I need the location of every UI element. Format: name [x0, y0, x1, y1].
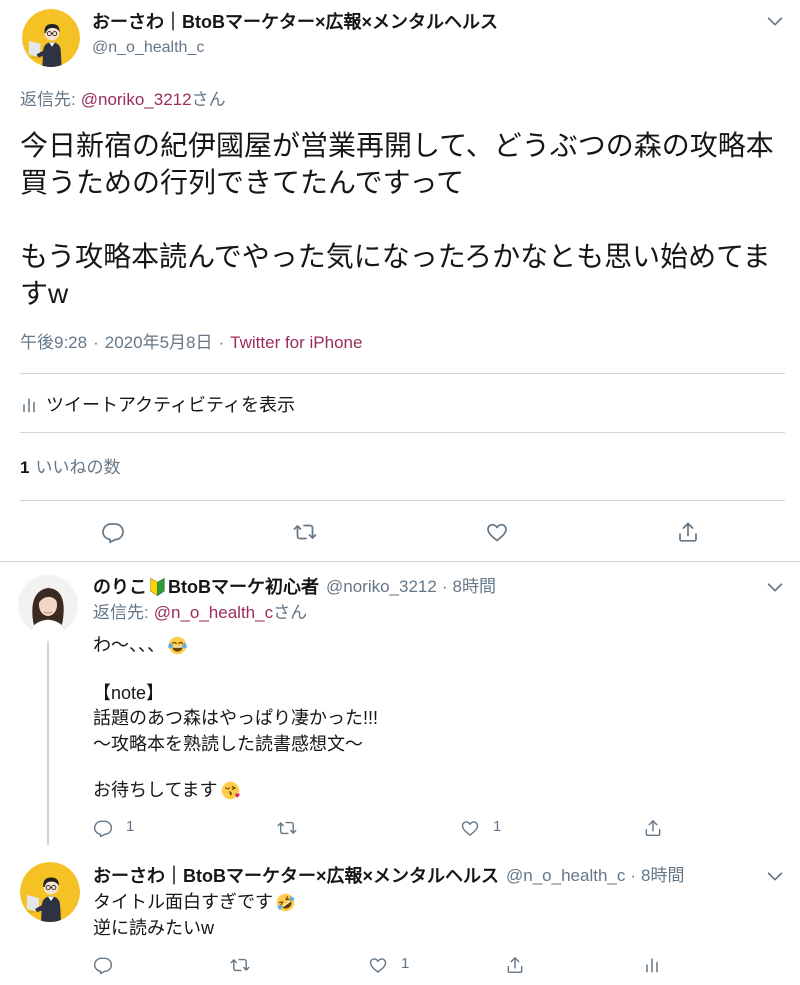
share-icon[interactable]	[676, 520, 700, 544]
retweet-icon[interactable]	[277, 818, 297, 838]
thread-connector	[47, 641, 49, 845]
reply-icon[interactable]	[93, 955, 113, 975]
reply-author-avatar[interactable]	[20, 862, 80, 922]
analytics-icon[interactable]	[642, 955, 662, 975]
avatar-image	[18, 575, 78, 635]
reply-text: わ〜、、、	[93, 635, 165, 655]
likes-label: いいねの数	[35, 458, 121, 477]
reply-time[interactable]: 8時間	[453, 575, 496, 599]
reply-text-line: 〜攻略本を熟読した読書感想文〜	[93, 734, 363, 754]
avatar-image	[22, 9, 80, 67]
section-divider	[0, 561, 800, 562]
author-name[interactable]: のりこ	[93, 575, 147, 599]
meta-separator: ·	[218, 333, 225, 352]
like-count: 1	[401, 955, 410, 972]
retweet-icon[interactable]	[230, 955, 250, 975]
meta-separator: ·	[93, 333, 99, 352]
tweet-text-line: もう攻略本読んでやった気になったろかなとも思い始めてま	[20, 241, 771, 272]
tweet-source-link[interactable]: Twitter for iPhone	[230, 333, 362, 352]
reply-count: 1	[126, 818, 135, 835]
chevron-down-icon[interactable]	[764, 865, 786, 887]
reply-header: おーさわ｜BtoBマーケター×広報×メンタルヘルス @n_o_health_c …	[93, 864, 685, 888]
header-separator: ·	[441, 577, 448, 596]
view-tweet-activity-link[interactable]: ツイートアクティビティを表示	[46, 393, 295, 417]
author-handle[interactable]: @n_o_health_c	[506, 864, 625, 888]
likes-summary[interactable]: 1 いいねの数	[20, 457, 120, 479]
author-handle[interactable]: @noriko_3212	[326, 575, 437, 599]
author-handle[interactable]: @n_o_health_c	[92, 37, 204, 59]
author-name[interactable]: おーさわ｜BtoBマーケター×広報×メンタルヘルス	[93, 864, 499, 888]
chevron-down-icon[interactable]	[764, 576, 786, 598]
reply-text-line: 逆に読みたいw	[93, 918, 214, 938]
reply-to: 返信先: @noriko_3212さん	[20, 89, 226, 111]
author-name-suffix[interactable]: BtoBマーケ初心者	[168, 575, 319, 599]
face-with-tears-of-joy-emoji	[167, 635, 188, 656]
tweet-meta: 午後9:28 · 2020年5月8日 · Twitter for iPhone	[20, 332, 362, 354]
reply-to-handle[interactable]: @noriko_3212	[81, 90, 192, 109]
tweet-text-line: 買うための行列できてたんですって	[20, 167, 465, 198]
share-icon[interactable]	[505, 955, 525, 975]
chevron-down-icon[interactable]	[764, 10, 786, 32]
likes-count: 1	[20, 458, 30, 477]
tweet-text-line: 今日新宿の紀伊國屋が営業再開して、どうぶつの森の攻略本	[20, 130, 774, 161]
author-avatar[interactable]	[22, 9, 80, 67]
reply-icon[interactable]	[101, 520, 125, 544]
retweet-icon[interactable]	[293, 520, 317, 544]
heart-icon[interactable]	[460, 818, 480, 838]
tweet-time[interactable]: 午後9:28	[20, 333, 87, 352]
reply-text: お待ちしてます	[93, 780, 218, 800]
tweet-date[interactable]: 2020年5月8日	[105, 333, 213, 352]
analytics-icon[interactable]	[19, 395, 39, 415]
divider	[20, 432, 785, 433]
reply-to: 返信先: @n_o_health_cさん	[93, 602, 307, 624]
heart-icon[interactable]	[368, 955, 388, 975]
reply-text-line: お待ちしてます	[93, 778, 241, 802]
divider	[20, 500, 785, 501]
beginner-mark-emoji	[149, 577, 166, 597]
reply-author-avatar[interactable]	[18, 575, 78, 635]
reply-text-line: タイトル面白すぎです	[93, 890, 296, 914]
reply-icon[interactable]	[93, 818, 113, 838]
avatar-image	[20, 862, 80, 922]
rolling-on-the-floor-laughing-emoji	[275, 892, 296, 913]
reply-text-line: 【note】	[93, 683, 165, 703]
author-name[interactable]: おーさわ｜BtoBマーケター×広報×メンタルヘルス	[92, 10, 498, 34]
header-separator: ·	[630, 866, 637, 885]
tweet-text-line: すw	[20, 278, 69, 309]
reply-text-line: わ〜、、、	[93, 633, 188, 657]
reply-to-label: 返信先:	[93, 603, 149, 622]
reply-text: タイトル面白すぎです	[93, 892, 273, 912]
divider	[20, 373, 785, 374]
reply-to-suffix: さん	[273, 603, 308, 622]
reply-time[interactable]: 8時間	[641, 864, 684, 888]
reply-text-line: 話題のあつ森はやっぱり凄かった!!!	[93, 708, 379, 728]
like-count: 1	[493, 818, 502, 835]
reply-to-suffix: さん	[191, 90, 226, 109]
reply-header: のりこ BtoBマーケ初心者 @noriko_3212 · 8時間	[93, 575, 496, 599]
reply-to-label: 返信先:	[20, 90, 76, 109]
face-blowing-a-kiss-emoji	[220, 780, 241, 801]
reply-to-handle[interactable]: @n_o_health_c	[154, 603, 273, 622]
share-icon[interactable]	[643, 818, 663, 838]
heart-icon[interactable]	[485, 520, 509, 544]
